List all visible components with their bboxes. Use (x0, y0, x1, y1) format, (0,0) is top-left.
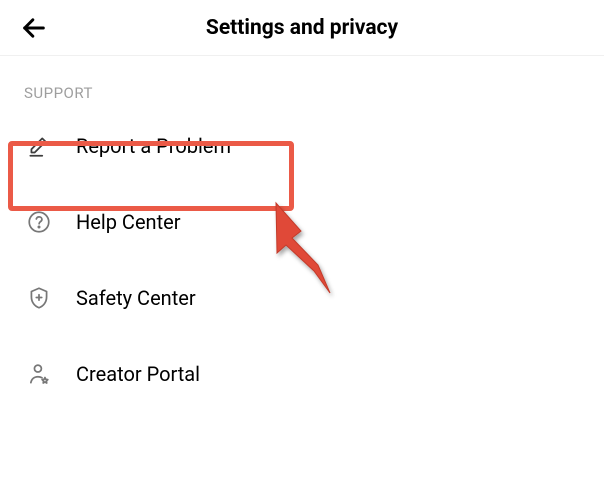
question-icon (24, 207, 54, 237)
menu-item-label: Safety Center (76, 286, 196, 310)
menu-item-label: Report a Problem (76, 134, 231, 158)
pencil-icon (24, 131, 54, 161)
page-title: Settings and privacy (206, 16, 398, 40)
person-icon (24, 359, 54, 389)
menu-item-label: Help Center (76, 210, 181, 234)
menu-item-creator-portal[interactable]: Creator Portal (0, 336, 604, 412)
support-menu: Report a Problem Help Center Safety Cent… (0, 108, 604, 412)
menu-item-safety-center[interactable]: Safety Center (0, 260, 604, 336)
shield-icon (24, 283, 54, 313)
back-arrow-icon (20, 14, 48, 42)
menu-item-report-problem[interactable]: Report a Problem (0, 108, 604, 184)
menu-item-label: Creator Portal (76, 362, 200, 386)
header-bar: Settings and privacy (0, 0, 604, 56)
back-button[interactable] (18, 12, 50, 44)
menu-item-help-center[interactable]: Help Center (0, 184, 604, 260)
section-label-support: SUPPORT (0, 56, 604, 108)
